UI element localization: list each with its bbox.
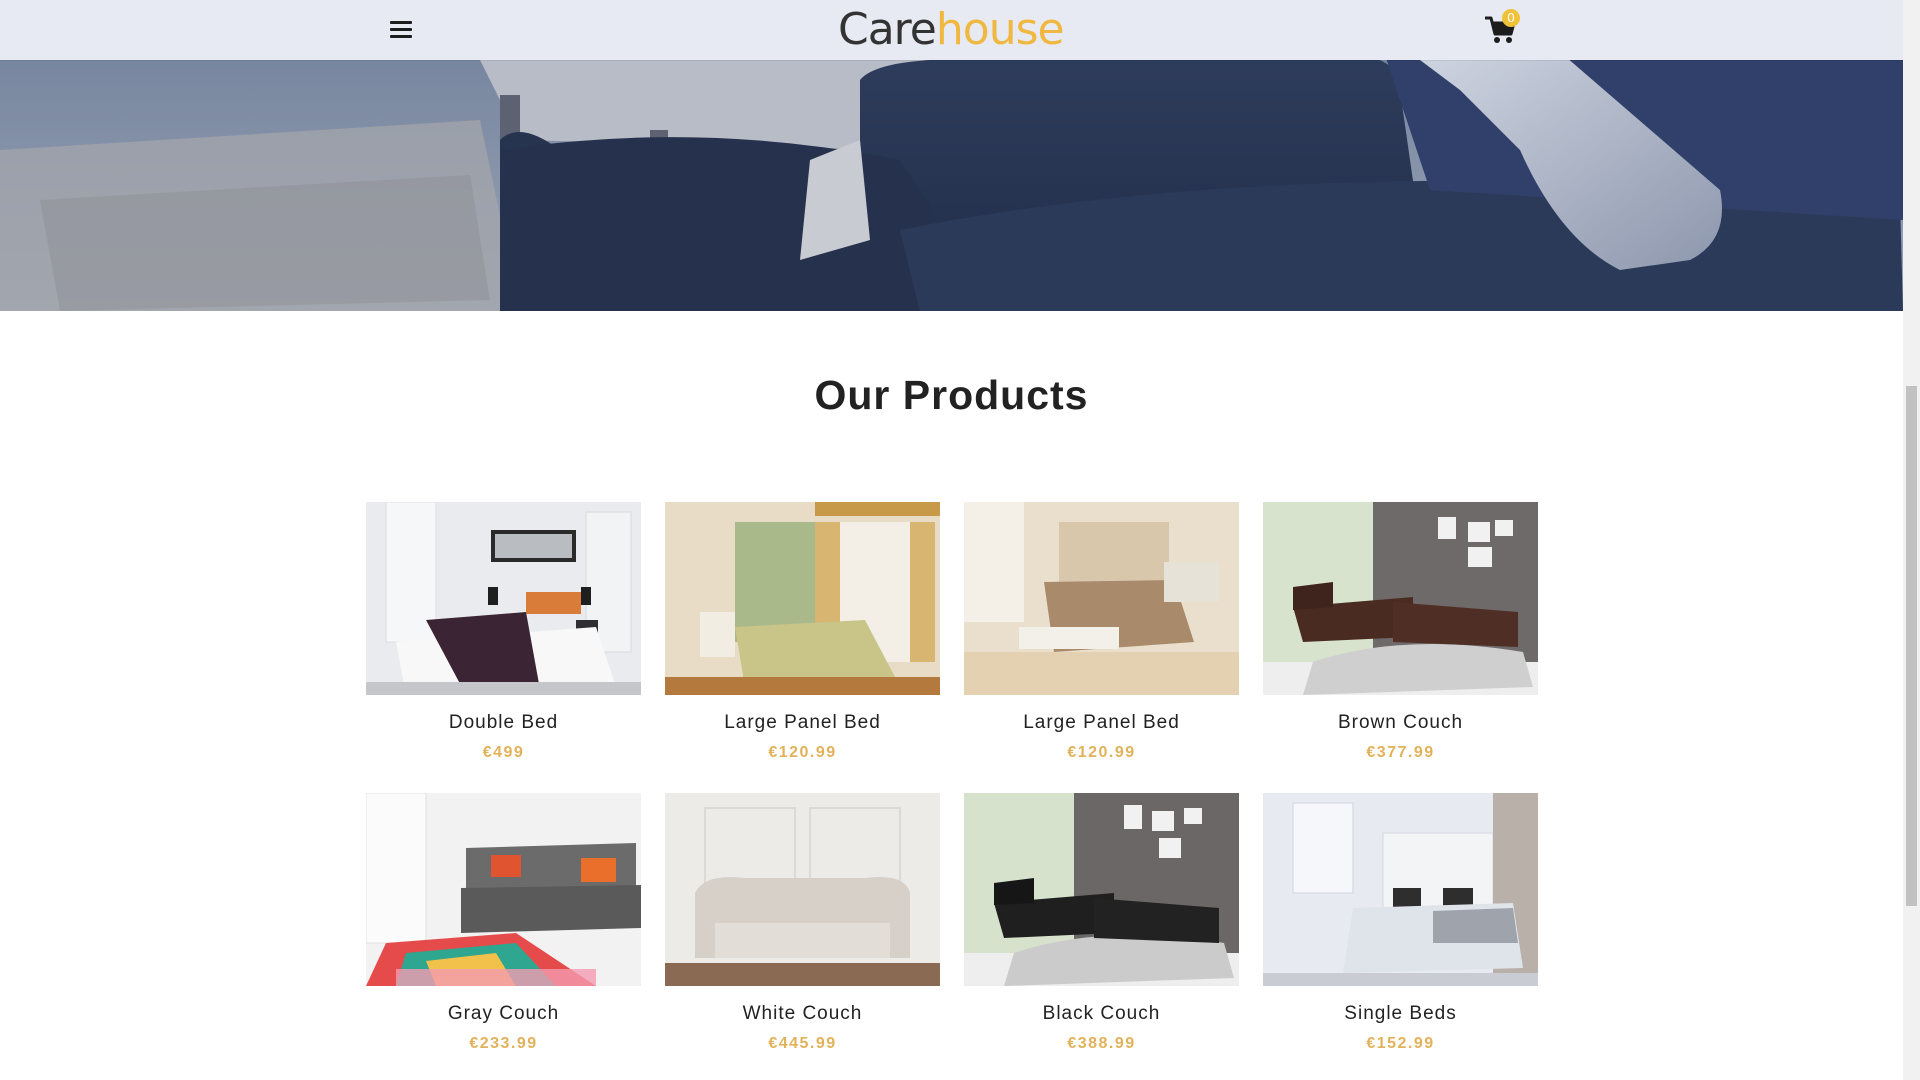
product-card[interactable]: Large Panel Bed €120.99 [665, 502, 940, 793]
page-scrollbar-thumb[interactable] [1906, 386, 1917, 906]
product-price: €120.99 [1067, 744, 1136, 761]
product-image-white-couch[interactable] [665, 793, 940, 986]
product-card[interactable]: Black Couch €388.99 [964, 793, 1239, 1080]
hamburger-menu-icon[interactable] [386, 17, 416, 45]
logo-text-accent: house [935, 4, 1065, 55]
product-image-black-couch[interactable] [964, 793, 1239, 986]
product-image-brown-couch[interactable] [1263, 502, 1538, 695]
product-price: €445.99 [768, 1035, 837, 1052]
product-price: €120.99 [768, 744, 837, 761]
product-price: €152.99 [1366, 1035, 1435, 1052]
brand-logo[interactable]: Carehouse [838, 4, 1065, 55]
product-image-gray-couch[interactable] [366, 793, 641, 986]
logo-text-primary: Care [838, 4, 937, 55]
section-title: Our Products [814, 372, 1089, 418]
product-grid: Double Bed €499 Large Panel Bed €120.99 … [366, 502, 1538, 1080]
product-card[interactable]: Double Bed €499 [366, 502, 641, 793]
product-name: Gray Couch [447, 1003, 560, 1024]
product-name: Double Bed [448, 712, 559, 733]
product-card[interactable]: White Couch €445.99 [665, 793, 940, 1080]
product-card[interactable]: Brown Couch €377.99 [1263, 502, 1538, 793]
product-name: Large Panel Bed [1023, 712, 1180, 733]
product-name: White Couch [742, 1003, 863, 1024]
product-image-large-panel-bed[interactable] [665, 502, 940, 695]
product-name: Single Beds [1344, 1003, 1457, 1024]
product-card[interactable]: Large Panel Bed €120.99 [964, 502, 1239, 793]
top-navbar: Carehouse 0 [0, 0, 1903, 60]
page: Carehouse 0 Our Products Double Bed €499… [0, 0, 1903, 1080]
product-name: Brown Couch [1337, 712, 1464, 733]
product-price: €388.99 [1067, 1035, 1136, 1052]
product-name: Black Couch [1042, 1003, 1161, 1024]
product-image-large-panel-bed-2[interactable] [964, 502, 1239, 695]
product-price: €499 [482, 744, 525, 761]
product-name: Large Panel Bed [724, 712, 881, 733]
product-price: €233.99 [469, 1035, 538, 1052]
product-card[interactable]: Gray Couch €233.99 [366, 793, 641, 1080]
cart-count-badge: 0 [1502, 9, 1520, 27]
product-price: €377.99 [1366, 744, 1435, 761]
product-card[interactable]: Single Beds €152.99 [1263, 793, 1538, 1080]
product-image-double-bed[interactable] [366, 502, 641, 695]
product-image-single-beds[interactable] [1263, 793, 1538, 986]
